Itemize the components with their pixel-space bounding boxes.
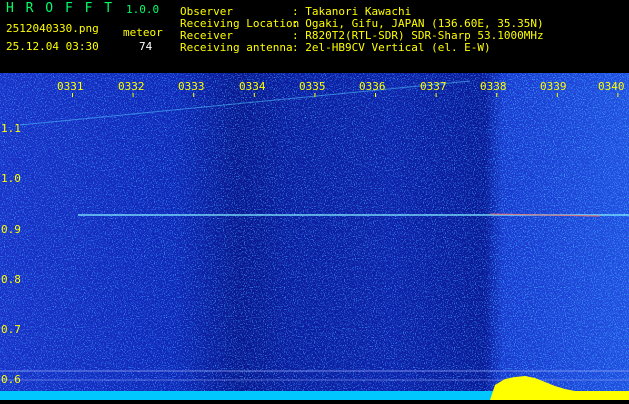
app-title: H R O F F T (6, 1, 115, 16)
antenna-value: : 2el-HB9CV Vertical (el. E-W) (292, 41, 491, 54)
time-tick: 0334 (239, 80, 266, 93)
time-tick-mark (435, 93, 437, 97)
time-tick: 0338 (480, 80, 507, 93)
time-tick: 0331 (57, 80, 84, 93)
time-tick-mark (253, 93, 255, 97)
date-time: 25.12.04 03:30 (6, 40, 99, 53)
file-name: 2512040330.png (6, 22, 99, 35)
time-tick-mark (617, 93, 619, 97)
time-tick-mark (556, 93, 558, 97)
header-panel: H R O F F T 1.0.0 2512040330.png meteor … (0, 0, 629, 73)
freq-tick: 1.1 (1, 122, 21, 135)
time-tick: 0332 (118, 80, 145, 93)
time-tick-mark (496, 93, 498, 97)
meteor-count: 74 (139, 40, 153, 53)
freq-tick: 0.8 (1, 273, 21, 286)
freq-tick: 0.7 (1, 323, 21, 336)
freq-tick: 1.0 (1, 172, 21, 185)
spectrogram-canvas (0, 73, 629, 400)
meteor-label: meteor (123, 26, 163, 39)
antenna-label: Receiving antenna (180, 41, 293, 54)
freq-tick: 0.6 (1, 373, 21, 386)
time-tick-mark (193, 93, 195, 97)
time-tick-mark (72, 93, 73, 97)
time-tick: 0335 (299, 80, 326, 93)
time-tick: 0340 (598, 80, 625, 93)
time-tick: 0333 (178, 80, 205, 93)
time-tick: 0336 (359, 80, 386, 93)
time-tick-mark (132, 93, 134, 97)
spectrogram: 0331 0332 0333 0334 0335 0336 0337 0338 … (0, 73, 629, 400)
app-version: 1.0.0 (126, 3, 160, 16)
time-tick-mark (375, 93, 376, 97)
freq-tick: 0.9 (1, 223, 21, 236)
time-tick-mark (314, 93, 316, 97)
time-tick: 0337 (420, 80, 447, 93)
time-tick: 0339 (540, 80, 567, 93)
